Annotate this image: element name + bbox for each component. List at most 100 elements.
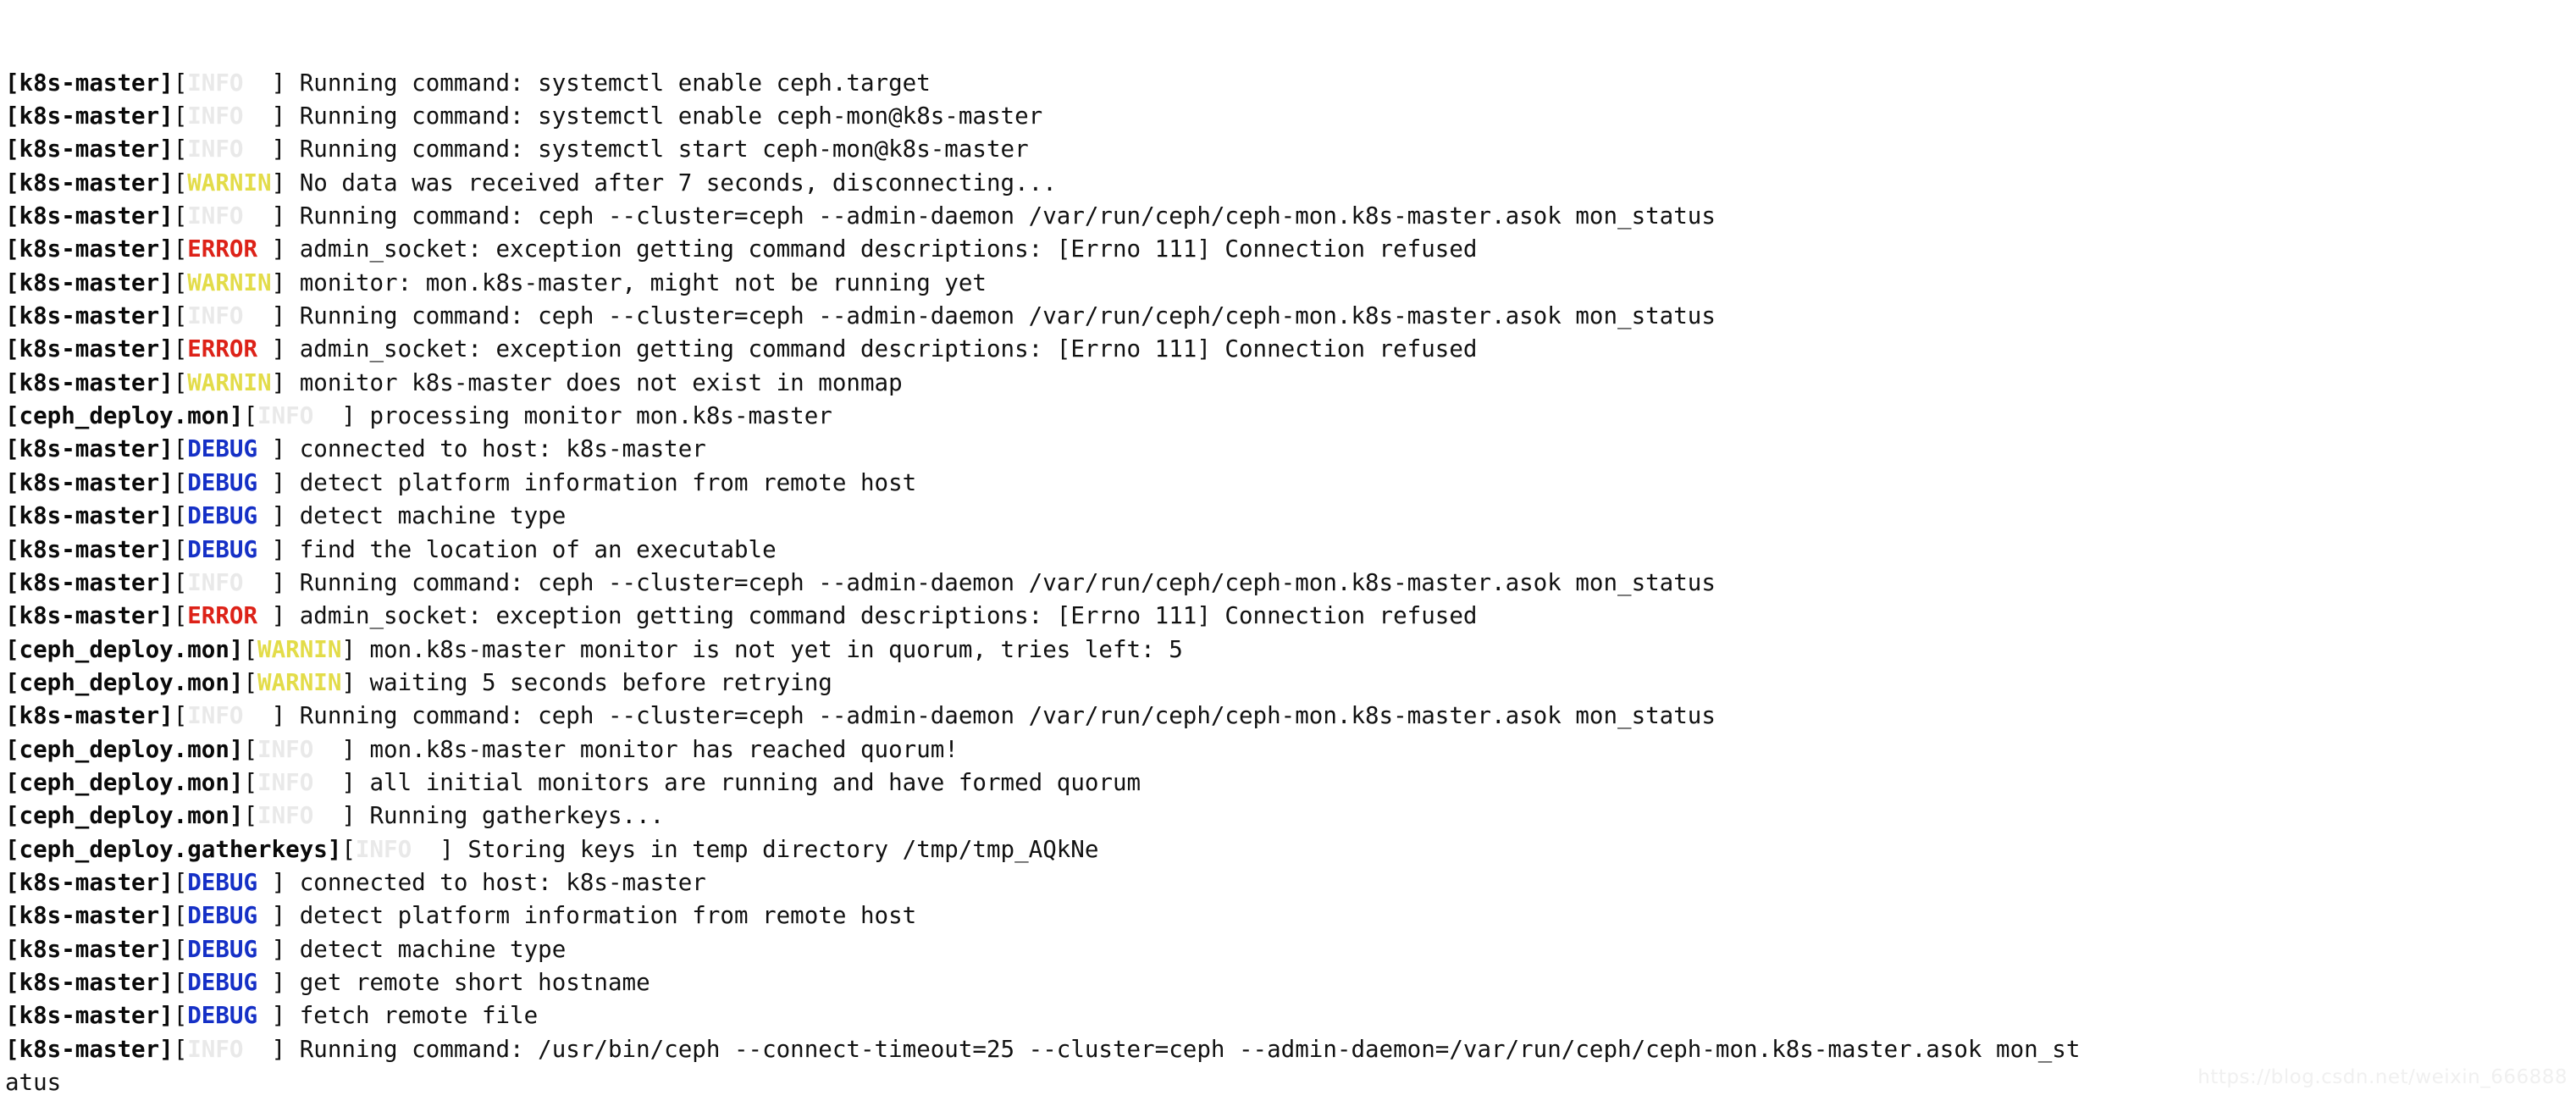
- log-message-text: detect platform information from remote …: [285, 902, 917, 930]
- bracket-open: [: [173, 868, 188, 896]
- log-message-text: waiting 5 seconds before retrying: [355, 668, 832, 696]
- bracket-close: ]: [341, 735, 356, 763]
- log-line: [k8s-master][INFO ] Running command: cep…: [0, 200, 2576, 233]
- bracket-close: ]: [271, 702, 286, 730]
- log-line: [k8s-master][INFO ] Running command: cep…: [0, 567, 2576, 600]
- log-line: [k8s-master][INFO ] Running command: cep…: [0, 700, 2576, 733]
- terminal-output-pane[interactable]: [k8s-master][INFO ] Running command: sys…: [0, 0, 2576, 1101]
- bracket-open: [: [173, 235, 188, 263]
- log-message-text: detect platform information from remote …: [285, 468, 917, 496]
- bracket-open: [: [173, 268, 188, 296]
- log-line: [k8s-master][INFO ] Running command: sys…: [0, 133, 2576, 166]
- log-line: [ceph_deploy.mon][INFO ] processing moni…: [0, 400, 2576, 433]
- bracket-open: [: [173, 169, 188, 196]
- log-message-text: connected to host: k8s-master: [285, 435, 706, 463]
- log-source-tag: [k8s-master]: [5, 435, 174, 463]
- log-source-tag: [k8s-master]: [5, 568, 174, 596]
- log-level-badge-error: ERROR: [187, 602, 272, 630]
- bracket-open: [: [173, 902, 188, 930]
- log-source-tag: [k8s-master]: [5, 602, 174, 630]
- bracket-close: ]: [271, 435, 286, 463]
- log-line: [ceph_deploy.mon][INFO ] Running gatherk…: [0, 799, 2576, 833]
- bracket-close: ]: [271, 368, 286, 396]
- bracket-open: [: [243, 802, 258, 830]
- log-message-text: Running command: ceph --cluster=ceph --a…: [285, 568, 1716, 596]
- log-message-text: mon.k8s-master monitor is not yet in quo…: [355, 635, 1183, 663]
- bracket-close: ]: [341, 802, 356, 830]
- bracket-close: ]: [271, 602, 286, 630]
- log-message-text: Storing keys in temp directory /tmp/tmp_…: [453, 835, 1099, 863]
- log-message-text: find the location of an executable: [285, 535, 777, 563]
- bracket-open: [: [173, 202, 188, 230]
- log-line-continuation: atus: [0, 1066, 2576, 1099]
- log-line: [k8s-master][DEBUG ] detect machine type: [0, 933, 2576, 966]
- log-line: [k8s-master][ERROR ] admin_socket: excep…: [0, 600, 2576, 633]
- bracket-close: ]: [271, 169, 286, 196]
- bracket-close: ]: [271, 468, 286, 496]
- log-source-tag: [k8s-master]: [5, 935, 174, 963]
- bracket-close: ]: [271, 136, 286, 163]
- log-source-tag: [k8s-master]: [5, 335, 174, 363]
- bracket-open: [: [243, 735, 258, 763]
- log-message-text: admin_socket: exception getting command …: [285, 335, 1478, 363]
- bracket-close: ]: [271, 935, 286, 963]
- log-level-badge-warnin: WARNIN: [257, 668, 342, 696]
- bracket-close: ]: [271, 1002, 286, 1030]
- log-message-text: No data was received after 7 seconds, di…: [285, 169, 1057, 196]
- log-source-tag: [k8s-master]: [5, 102, 174, 130]
- log-message-text: Running command: systemctl enable ceph.t…: [285, 69, 931, 97]
- log-level-badge-warnin: WARNIN: [187, 169, 272, 196]
- log-message-text: detect machine type: [285, 935, 567, 963]
- log-level-badge-info: INFO: [257, 768, 342, 796]
- log-source-tag: [k8s-master]: [5, 502, 174, 530]
- log-message-text: monitor: mon.k8s-master, might not be ru…: [285, 268, 987, 296]
- bracket-open: [: [173, 568, 188, 596]
- log-message-text: Running command: systemctl enable ceph-m…: [285, 102, 1043, 130]
- bracket-close: ]: [271, 868, 286, 896]
- bracket-open: [: [173, 602, 188, 630]
- log-line: [ceph_deploy.mon][WARNIN] waiting 5 seco…: [0, 667, 2576, 700]
- log-line: [k8s-master][INFO ] Running command: sys…: [0, 67, 2576, 100]
- log-line: [k8s-master][INFO ] Running command: /us…: [0, 1033, 2576, 1066]
- log-level-badge-debug: DEBUG: [187, 435, 272, 463]
- bracket-close: ]: [341, 635, 356, 663]
- bracket-open: [: [173, 502, 188, 530]
- log-level-badge-debug: DEBUG: [187, 468, 272, 496]
- log-level-badge-info: INFO: [187, 136, 272, 163]
- bracket-close: ]: [271, 102, 286, 130]
- bracket-close: ]: [271, 268, 286, 296]
- log-message-text: Running command: /usr/bin/ceph --connect…: [285, 1035, 2081, 1063]
- bracket-close: ]: [271, 568, 286, 596]
- log-message-text: monitor k8s-master does not exist in mon…: [285, 368, 903, 396]
- log-message-text: Running command: ceph --cluster=ceph --a…: [285, 702, 1716, 730]
- log-level-badge-info: INFO: [355, 835, 440, 863]
- log-line: [k8s-master][DEBUG ] detect machine type: [0, 500, 2576, 533]
- log-level-badge-warnin: WARNIN: [257, 635, 342, 663]
- bracket-open: [: [243, 635, 258, 663]
- bracket-close: ]: [271, 69, 286, 97]
- bracket-open: [: [243, 402, 258, 430]
- log-level-badge-info: INFO: [187, 568, 272, 596]
- log-source-tag: [k8s-master]: [5, 868, 174, 896]
- log-source-tag: [ceph_deploy.mon]: [5, 802, 244, 830]
- log-line: [ceph_deploy.gatherkeys][INFO ] Storing …: [0, 833, 2576, 866]
- log-level-badge-error: ERROR: [187, 335, 272, 363]
- log-level-badge-info: INFO: [187, 702, 272, 730]
- log-source-tag: [k8s-master]: [5, 368, 174, 396]
- log-level-badge-error: ERROR: [187, 235, 272, 263]
- log-source-tag: [k8s-master]: [5, 202, 174, 230]
- log-source-tag: [k8s-master]: [5, 268, 174, 296]
- bracket-close: ]: [341, 402, 356, 430]
- log-line: [k8s-master][INFO ] Running command: cep…: [0, 300, 2576, 333]
- bracket-close: ]: [271, 535, 286, 563]
- log-line: [k8s-master][WARNIN] monitor: mon.k8s-ma…: [0, 267, 2576, 300]
- log-level-badge-info: INFO: [187, 1035, 272, 1063]
- log-message-text: Running command: ceph --cluster=ceph --a…: [285, 302, 1716, 330]
- bracket-close: ]: [271, 335, 286, 363]
- log-message-text: admin_socket: exception getting command …: [285, 235, 1478, 263]
- log-source-tag: [k8s-master]: [5, 136, 174, 163]
- log-line: [ceph_deploy.mon][INFO ] mon.k8s-master …: [0, 733, 2576, 766]
- log-message-text: connected to host: k8s-master: [285, 868, 706, 896]
- log-message-text: Running command: systemctl start ceph-mo…: [285, 136, 1029, 163]
- log-line: [k8s-master][ERROR ] admin_socket: excep…: [0, 233, 2576, 266]
